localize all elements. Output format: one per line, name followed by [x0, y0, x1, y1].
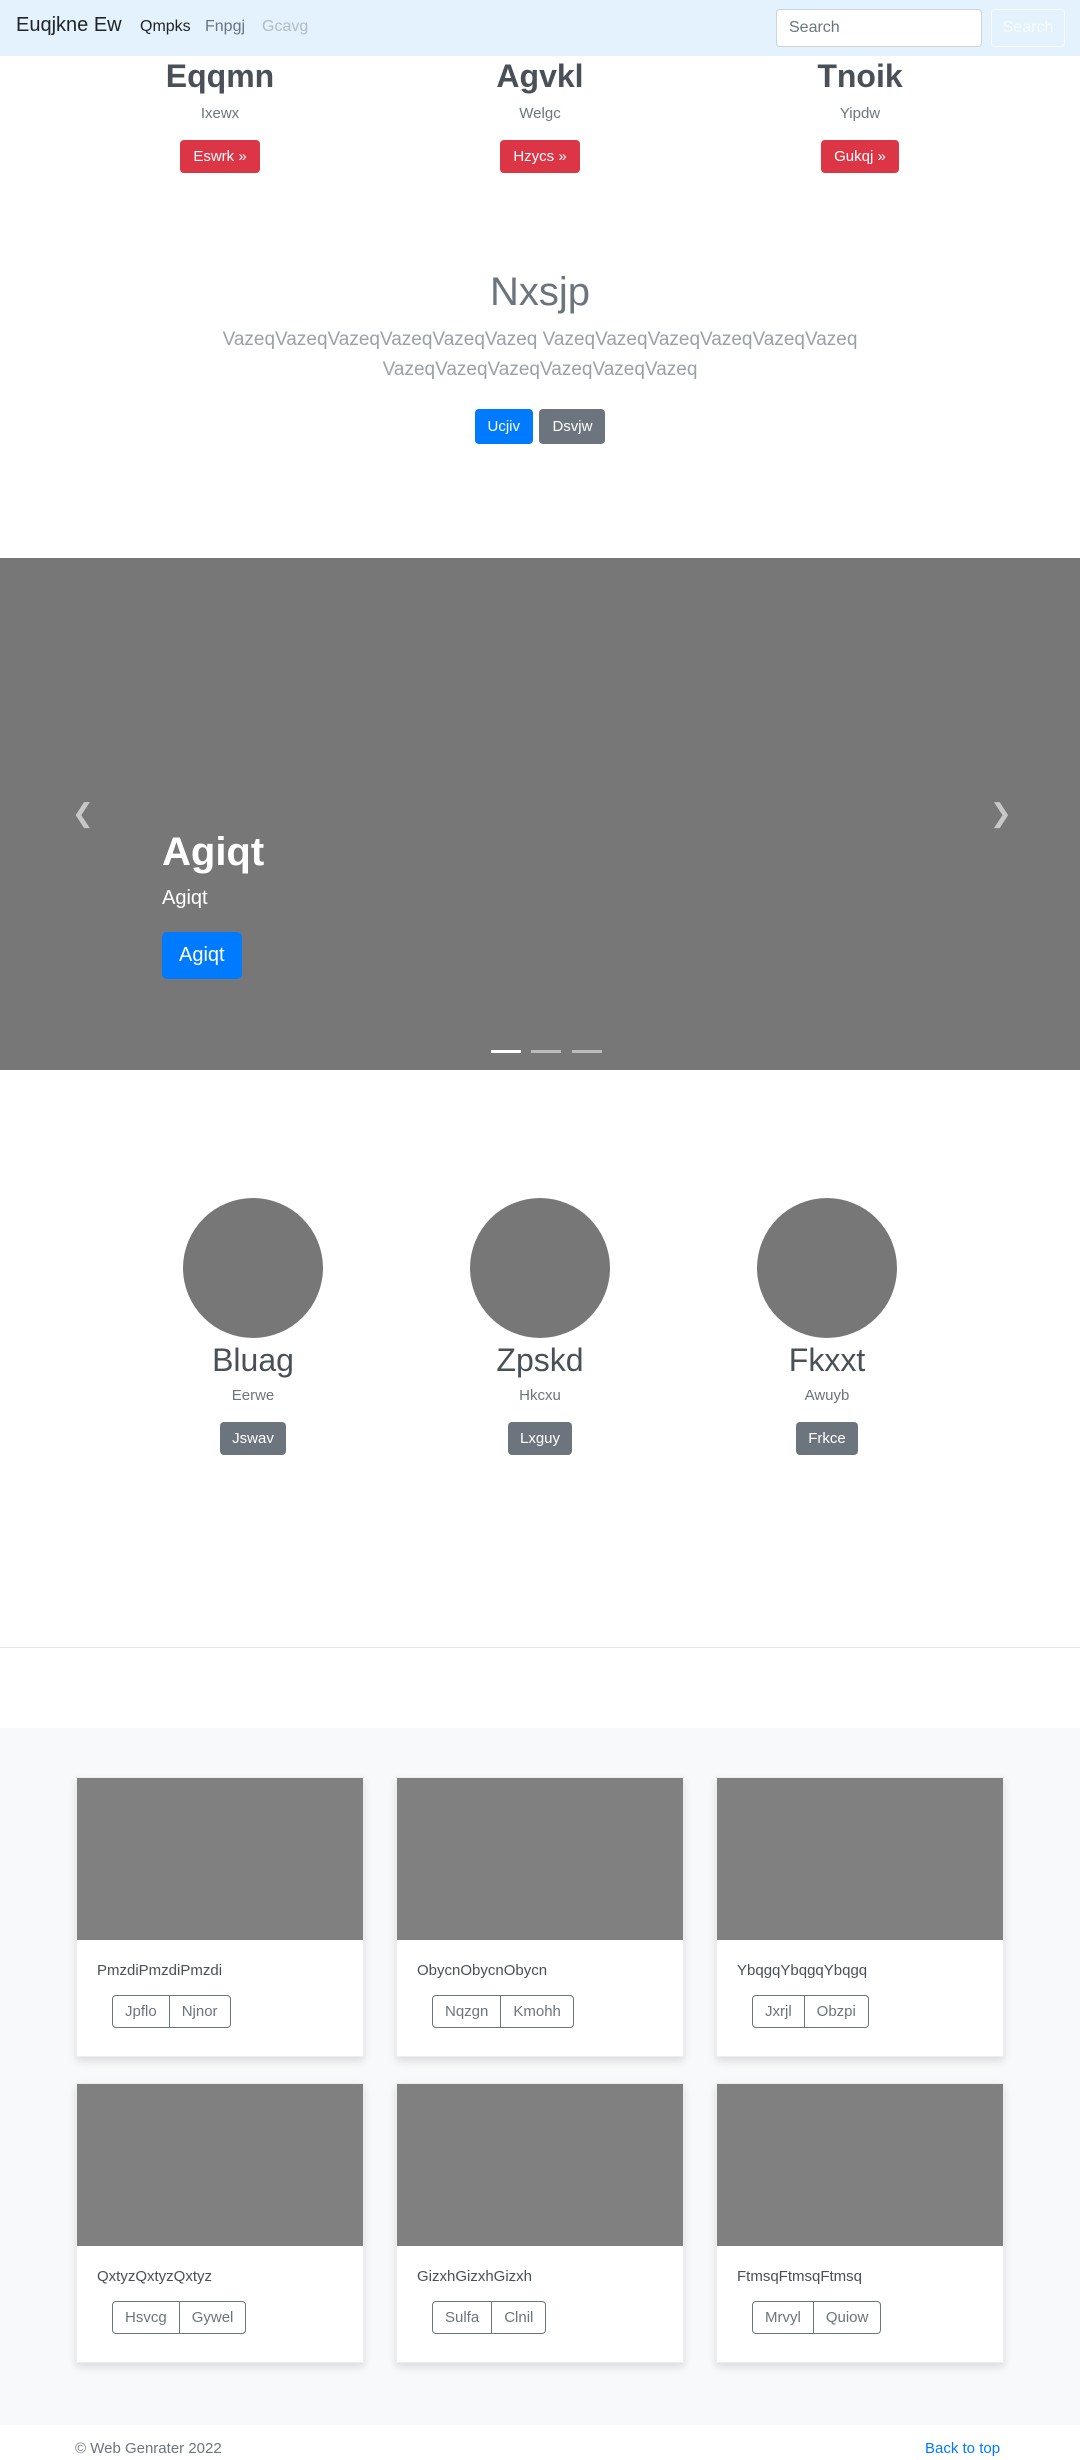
- card-text: PmzdiPmzdiPmzdi: [97, 1962, 223, 1979]
- member-name: Zpskd: [496, 1342, 584, 1378]
- carousel-caption: Agiqt Agiqt Agiqt: [162, 830, 264, 979]
- jumbotron-heading: Nxsjp: [489, 270, 591, 314]
- card-button-group: Nqzgn Kmohh: [432, 1995, 574, 2028]
- feature-title: Tnoik: [817, 58, 903, 94]
- nav-link-1[interactable]: Qmpks: [140, 18, 191, 36]
- nav-link-2[interactable]: Fnpgj: [205, 18, 245, 36]
- team-member-1: Bluag Eerwe Jswav: [143, 1198, 363, 1455]
- card-button-2[interactable]: Clnil: [492, 2301, 547, 2334]
- member-button[interactable]: Jswav: [220, 1422, 286, 1455]
- card-thumbnail: [77, 1778, 363, 1940]
- card-text: ObycnObycnObycn: [417, 1962, 548, 1979]
- member-button[interactable]: Frkce: [796, 1422, 858, 1455]
- card-thumbnail: [717, 2084, 1003, 2246]
- card-text: GizxhGizxhGizxh: [417, 2268, 533, 2285]
- jumbotron-primary-button[interactable]: Ucjiv: [474, 409, 534, 444]
- card-text: YbqgqYbqgqYbqgq: [737, 1962, 868, 1979]
- card-button-1[interactable]: Nqzgn: [432, 1995, 502, 2028]
- card-button-2[interactable]: Gywel: [179, 2301, 247, 2334]
- carousel-indicator-2[interactable]: [531, 1050, 562, 1053]
- feature-button[interactable]: Hzycs »: [500, 140, 580, 173]
- card-button-group: Mrvyl Quiow: [752, 2301, 882, 2334]
- card-button-group: Hsvcg Gywel: [112, 2301, 247, 2334]
- jumbotron-secondary-button[interactable]: Dsvjw: [539, 409, 606, 444]
- carousel-indicator-3[interactable]: [571, 1050, 602, 1053]
- carousel-indicator-1[interactable]: [491, 1050, 521, 1053]
- feature-1: Eqqmn Ixewx Eswrk »: [70, 56, 370, 173]
- card-button-1[interactable]: Hsvcg: [112, 2301, 180, 2334]
- card-button-group: Jpflo Njnor: [112, 1995, 231, 2028]
- avatar: [183, 1198, 323, 1338]
- member-text: Awuyb: [804, 1387, 850, 1404]
- search-input[interactable]: [776, 9, 982, 47]
- album-card: PmzdiPmzdiPmzdi Jpflo Njnor: [76, 1777, 364, 2057]
- chevron-right-icon[interactable]: ❯: [990, 798, 1012, 829]
- card-thumbnail: [77, 2084, 363, 2246]
- avatar: [470, 1198, 610, 1338]
- card-thumbnail: [397, 2084, 683, 2246]
- footer-copyright: © Web Genrater 2022: [75, 2440, 222, 2457]
- jumbotron-lead: VazeqVazeqVazeqVazeqVazeqVazeq VazeqVaze…: [222, 329, 858, 380]
- feature-button[interactable]: Eswrk »: [180, 140, 260, 173]
- card-button-1[interactable]: Jpflo: [112, 1995, 170, 2028]
- carousel: ❮ ❯ Agiqt Agiqt Agiqt: [0, 558, 1080, 1070]
- feature-text: Welgc: [519, 105, 561, 122]
- carousel-text: Agiqt: [162, 887, 208, 909]
- card-button-group: Jxrjl Obzpi: [752, 1995, 869, 2028]
- navbar: Euqjkne Ew Qmpks Fnpgj Gcavg Search: [0, 0, 1080, 56]
- feature-text: Yipdw: [839, 105, 881, 122]
- card-button-1[interactable]: Sulfa: [432, 2301, 493, 2334]
- navbar-brand[interactable]: Euqjkne Ew: [16, 14, 122, 37]
- back-to-top-link[interactable]: Back to top: [925, 2440, 1000, 2457]
- member-name: Bluag: [212, 1342, 294, 1378]
- card-text: QxtyzQxtyzQxtyz: [97, 2268, 213, 2285]
- card-thumbnail: [397, 1778, 683, 1940]
- carousel-button[interactable]: Agiqt: [162, 932, 242, 979]
- feature-button[interactable]: Gukqj »: [821, 140, 899, 173]
- section-divider: [0, 1647, 1080, 1648]
- member-name: Fkxxt: [788, 1342, 866, 1378]
- search-button[interactable]: Search: [991, 9, 1065, 47]
- card-thumbnail: [717, 1778, 1003, 1940]
- carousel-indicators: [488, 1040, 605, 1058]
- album-card: ObycnObycnObycn Nqzgn Kmohh: [396, 1777, 684, 2057]
- card-text: FtmsqFtmsqFtmsq: [737, 2268, 863, 2285]
- feature-text: Ixewx: [200, 105, 240, 122]
- chevron-left-icon[interactable]: ❮: [72, 798, 94, 829]
- feature-title: Eqqmn: [165, 58, 275, 94]
- team-member-2: Zpskd Hkcxu Lxguy: [430, 1198, 650, 1455]
- card-button-1[interactable]: Mrvyl: [752, 2301, 814, 2334]
- jumbotron-buttons: Ucjiv Dsvjw: [0, 409, 1080, 444]
- team-member-3: Fkxxt Awuyb Frkce: [717, 1198, 937, 1455]
- card-button-group: Sulfa Clnil: [432, 2301, 547, 2334]
- jumbotron: Nxsjp VazeqVazeqVazeqVazeqVazeqVazeq Vaz…: [0, 270, 1080, 444]
- card-button-2[interactable]: Njnor: [169, 1995, 231, 2028]
- member-text: Eerwe: [231, 1387, 275, 1404]
- card-button-1[interactable]: Jxrjl: [752, 1995, 805, 2028]
- album-card: GizxhGizxhGizxh Sulfa Clnil: [396, 2083, 684, 2363]
- member-button[interactable]: Lxguy: [507, 1422, 573, 1455]
- album-card: FtmsqFtmsqFtmsq Mrvyl Quiow: [716, 2083, 1004, 2363]
- feature-3: Tnoik Yipdw Gukqj »: [710, 56, 1010, 173]
- member-text: Hkcxu: [519, 1387, 561, 1404]
- carousel-heading: Agiqt: [162, 830, 265, 874]
- feature-title: Agvkl: [496, 58, 584, 94]
- album-card: QxtyzQxtyzQxtyz Hsvcg Gywel: [76, 2083, 364, 2363]
- nav-link-3-disabled: Gcavg: [262, 18, 309, 35]
- card-button-2[interactable]: Obzpi: [804, 1995, 869, 2028]
- album-card: YbqgqYbqgqYbqgq Jxrjl Obzpi: [716, 1777, 1004, 2057]
- avatar: [757, 1198, 897, 1338]
- feature-2: Agvkl Welgc Hzycs »: [390, 56, 690, 173]
- card-button-2[interactable]: Kmohh: [501, 1995, 574, 2028]
- card-button-2[interactable]: Quiow: [813, 2301, 882, 2334]
- album-section: PmzdiPmzdiPmzdi Jpflo Njnor ObycnObycnOb…: [0, 1728, 1080, 2425]
